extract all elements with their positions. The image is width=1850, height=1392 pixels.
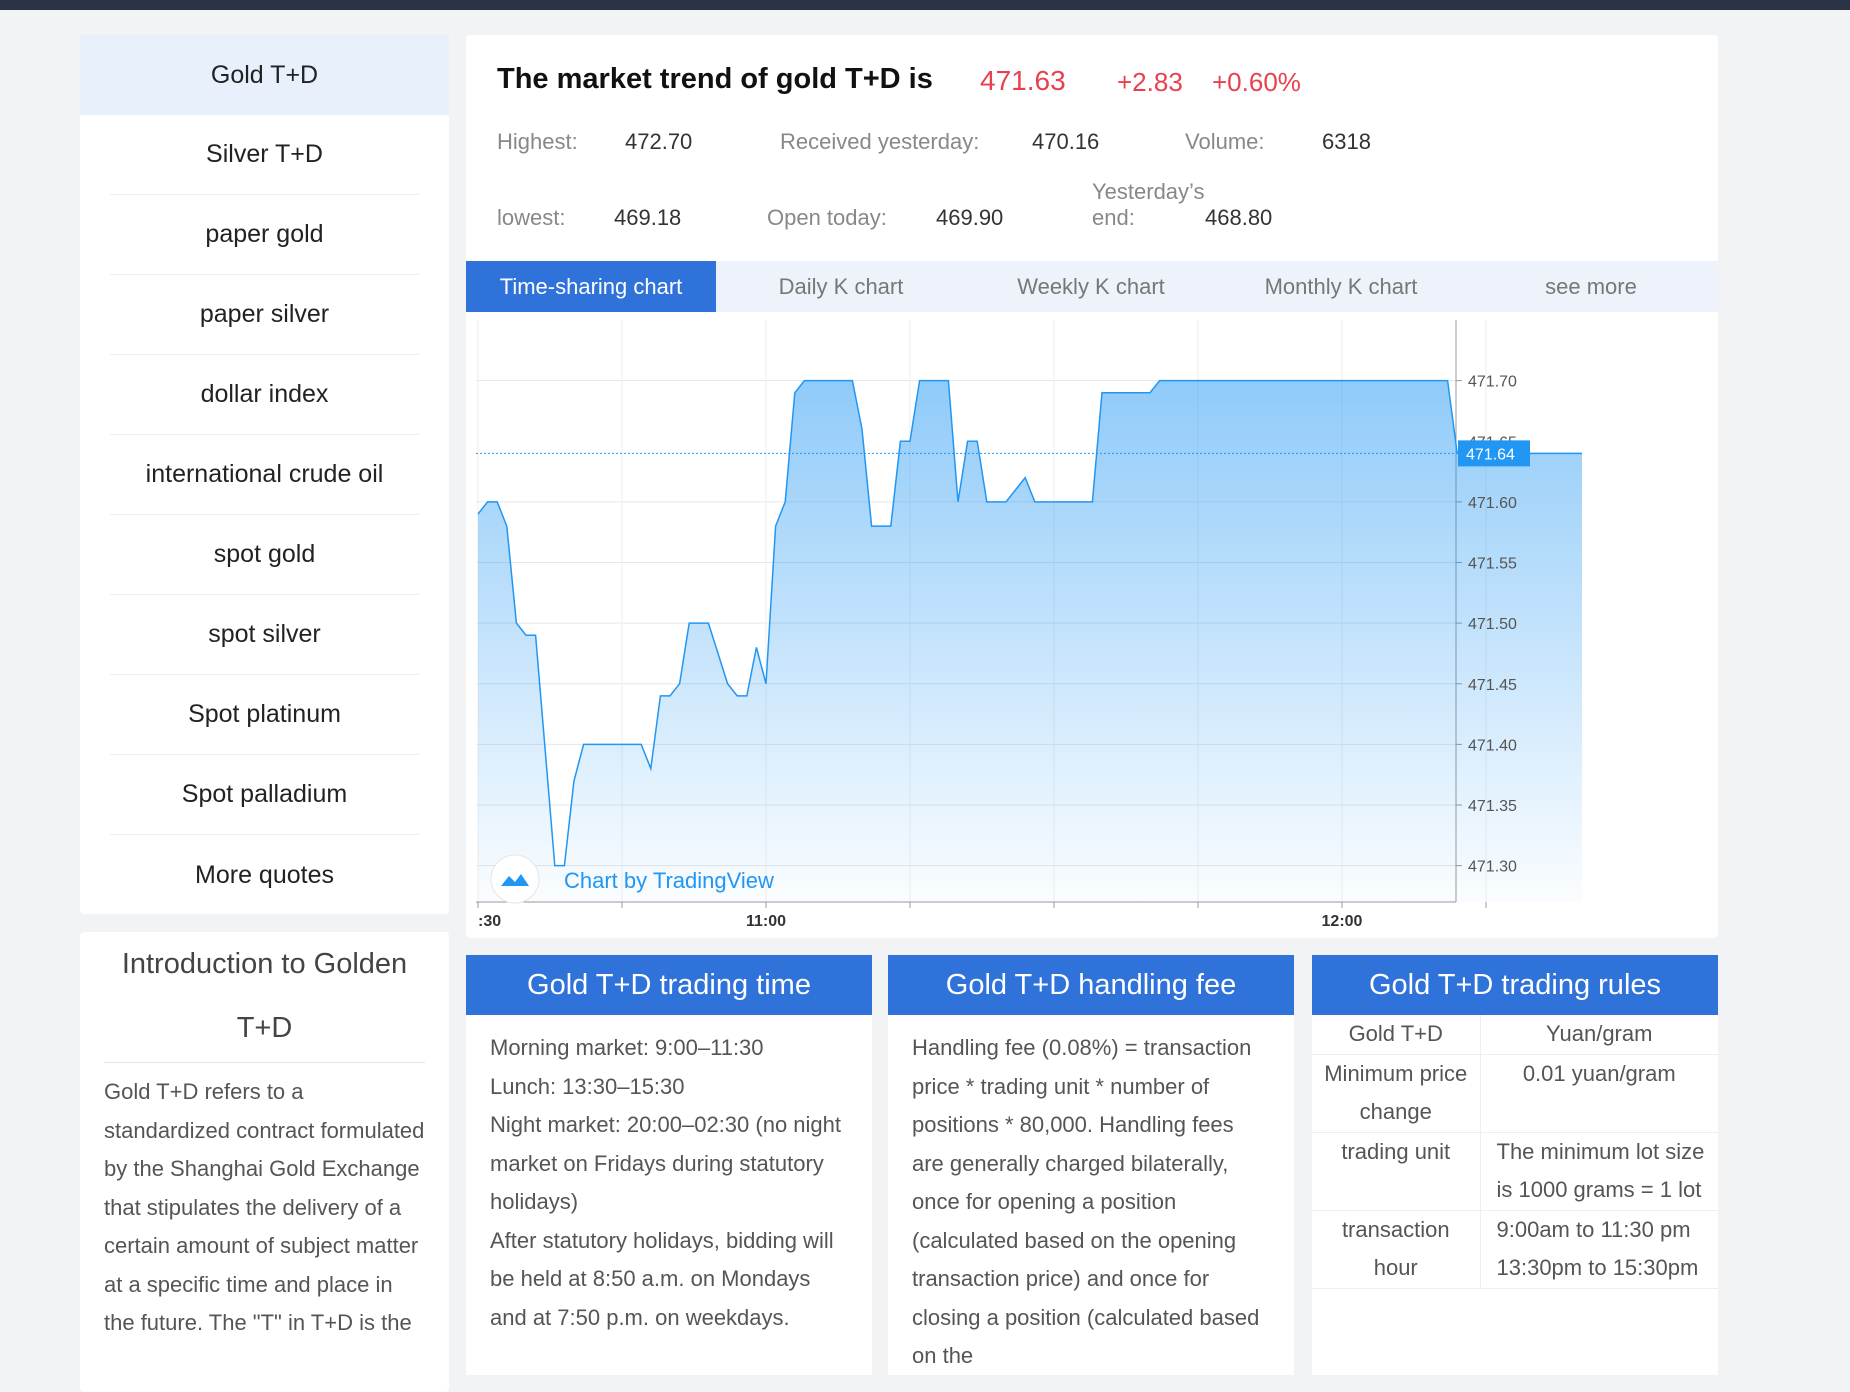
open-today-value: 469.90 bbox=[936, 205, 1004, 230]
volume-value: 6318 bbox=[1322, 129, 1371, 154]
y-tick-label: 471.35 bbox=[1468, 798, 1517, 815]
trading-time-line: Night market: 20:00–02:30 (no night mark… bbox=[490, 1112, 842, 1214]
trading-time-title: Gold T+D trading time bbox=[466, 955, 872, 1015]
handling-fee-title: Gold T+D handling fee bbox=[888, 955, 1294, 1015]
intro-card: Introduction to Golden T+D Gold T+D refe… bbox=[80, 932, 449, 1392]
rule-key: Minimum price change bbox=[1312, 1054, 1481, 1133]
yesterday-end-label-2: end: bbox=[1092, 205, 1135, 230]
table-row: trading unit The minimum lot size is 1000… bbox=[1312, 1132, 1718, 1211]
trading-time-line: Morning market: 9:00–11:30 bbox=[490, 1035, 764, 1060]
trading-time-card: Gold T+D trading time Morning market: 9:… bbox=[466, 955, 872, 1375]
table-row: Minimum price change 0.01 yuan/gram bbox=[1312, 1054, 1718, 1133]
highest-value: 472.70 bbox=[625, 129, 693, 154]
y-tick-label: 471.40 bbox=[1468, 737, 1517, 754]
price-change: +2.83 bbox=[1117, 67, 1183, 97]
rule-value: Yuan/gram bbox=[1480, 1015, 1718, 1055]
tradingview-logo-icon bbox=[490, 854, 540, 904]
sidebar-item-crude-oil[interactable]: international crude oil bbox=[110, 435, 419, 515]
yesterday-end-value: 468.80 bbox=[1205, 205, 1273, 230]
trading-time-line: After statutory holidays, bidding will b… bbox=[490, 1227, 834, 1330]
y-tick-label: 471.60 bbox=[1468, 495, 1517, 512]
open-today-label: Open today: bbox=[767, 205, 887, 230]
y-tick-label: 471.50 bbox=[1468, 616, 1517, 633]
sidebar-item-more-quotes[interactable]: More quotes bbox=[110, 835, 419, 915]
current-price: 471.63 bbox=[980, 65, 1066, 96]
top-bar bbox=[0, 0, 1850, 10]
chart-tabs: Time-sharing chart Daily K chart Weekly … bbox=[466, 261, 1718, 312]
y-tick-label: 471.45 bbox=[1468, 677, 1517, 694]
quote-title: The market trend of gold T+D is bbox=[497, 63, 933, 95]
x-tick-label: :30 bbox=[478, 913, 501, 930]
table-row: transaction hour 9:00am to 11:30 pm 13:30… bbox=[1312, 1210, 1718, 1289]
tab-see-more[interactable]: see more bbox=[1466, 261, 1716, 312]
lowest-label: lowest: bbox=[497, 205, 566, 230]
sidebar-item-dollar-index[interactable]: dollar index bbox=[110, 355, 419, 435]
price-change-pct: +0.60% bbox=[1212, 67, 1301, 97]
table-row: Gold T+D Yuan/gram bbox=[1312, 1015, 1718, 1055]
handling-fee-text: Handling fee (0.08%) = transaction price… bbox=[912, 1035, 1260, 1368]
sidebar-item-paper-silver[interactable]: paper silver bbox=[110, 275, 419, 355]
rule-key: Gold T+D bbox=[1312, 1015, 1481, 1055]
trading-rules-card: Gold T+D trading rules Gold T+D Yuan/gram… bbox=[1312, 955, 1718, 1375]
last-price-badge: 471.64 bbox=[1458, 440, 1530, 467]
rule-key: transaction hour bbox=[1312, 1210, 1481, 1289]
price-chart[interactable]: 471.70 471.60 471.55 471.50 471.45 471.40 471.… bbox=[466, 312, 1718, 938]
sidebar: Gold T+D Silver T+D paper gold paper sil… bbox=[80, 35, 449, 914]
x-tick-label: 12:00 bbox=[1322, 913, 1363, 930]
trading-time-line: Lunch: 13:30–15:30 bbox=[490, 1073, 685, 1099]
x-tick-label: 11:00 bbox=[746, 913, 786, 930]
y-tick-label: 471.55 bbox=[1468, 556, 1517, 573]
y-tick-label: 471.30 bbox=[1468, 859, 1517, 876]
sidebar-item-paper-gold[interactable]: paper gold bbox=[110, 195, 419, 275]
received-yesterday-value: 470.16 bbox=[1032, 129, 1100, 154]
handling-fee-card: Gold T+D handling fee Handling fee (0.08… bbox=[888, 955, 1294, 1375]
sidebar-item-spot-platinum[interactable]: Spot platinum bbox=[110, 675, 419, 755]
last-price-label: 471.64 bbox=[1466, 446, 1515, 463]
tab-weekly-k[interactable]: Weekly K chart bbox=[966, 261, 1216, 312]
rule-value: 9:00am to 11:30 pm 13:30pm to 15:30pm bbox=[1480, 1210, 1718, 1289]
intro-body: Gold T+D refers to a standardized contra… bbox=[104, 1079, 425, 1335]
rule-value: The minimum lot size is 1000 grams = 1 l… bbox=[1480, 1132, 1718, 1211]
sidebar-item-spot-palladium[interactable]: Spot palladium bbox=[110, 755, 419, 835]
highest-label: Highest: bbox=[497, 129, 578, 154]
trading-rules-title: Gold T+D trading rules bbox=[1312, 955, 1718, 1015]
tab-time-sharing[interactable]: Time-sharing chart bbox=[466, 261, 716, 312]
y-tick-label: 471.70 bbox=[1468, 374, 1517, 391]
yesterday-end-label: Yesterday’s bbox=[1092, 179, 1205, 204]
lowest-value: 469.18 bbox=[614, 205, 682, 230]
received-yesterday-label: Received yesterday: bbox=[780, 129, 980, 154]
rule-value: 0.01 yuan/gram bbox=[1480, 1054, 1718, 1133]
tab-daily-k[interactable]: Daily K chart bbox=[716, 261, 966, 312]
tab-monthly-k[interactable]: Monthly K chart bbox=[1216, 261, 1466, 312]
quote-panel: The market trend of gold T+D is 471.63 +… bbox=[466, 35, 1718, 938]
sidebar-item-gold-td[interactable]: Gold T+D bbox=[80, 35, 449, 115]
volume-label: Volume: bbox=[1185, 129, 1265, 154]
intro-title: Introduction to Golden T+D bbox=[104, 932, 425, 1063]
rule-key: trading unit bbox=[1312, 1132, 1481, 1211]
sidebar-item-silver-td[interactable]: Silver T+D bbox=[110, 115, 419, 195]
sidebar-item-spot-gold[interactable]: spot gold bbox=[110, 515, 419, 595]
trading-rules-table: Gold T+D Yuan/gram Minimum price change 0.… bbox=[1312, 1015, 1718, 1289]
sidebar-item-spot-silver[interactable]: spot silver bbox=[110, 595, 419, 675]
tradingview-text: Chart by TradingView bbox=[564, 868, 774, 893]
